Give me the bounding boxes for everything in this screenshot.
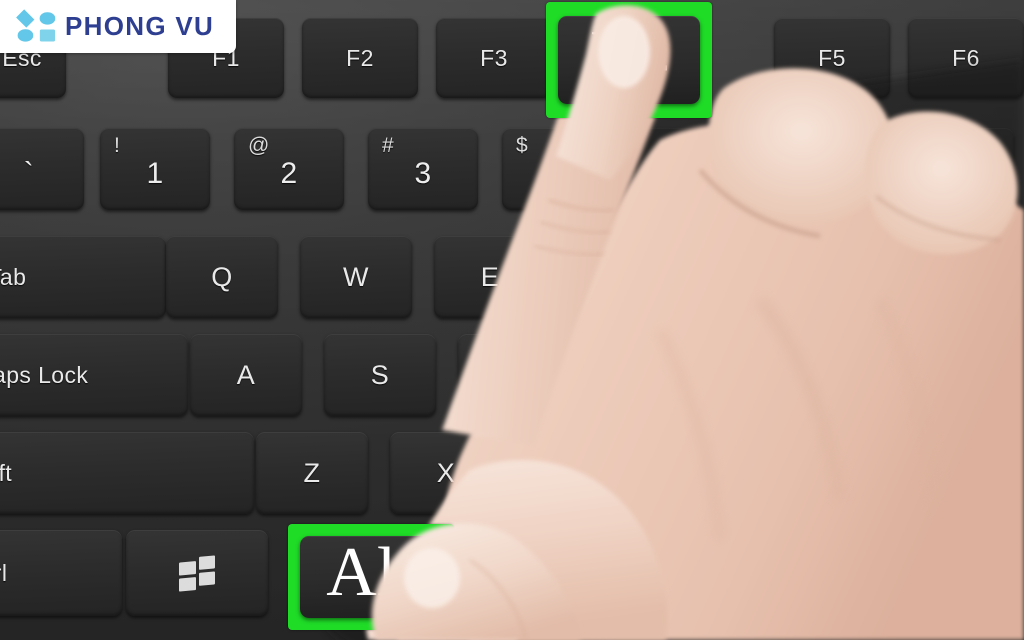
brand-banner: PHONG VU (0, 0, 236, 53)
key-backtick-shift: ~ (0, 134, 1, 158)
key-f4-label: F4 (558, 16, 700, 104)
key-f[interactable]: F (592, 334, 704, 416)
key-f3[interactable]: F3 (436, 18, 552, 98)
square-icon (39, 29, 55, 42)
key-backtick[interactable]: ~ ` (0, 128, 84, 210)
key-z[interactable]: Z (256, 432, 368, 514)
key-2-label: 2 (280, 156, 298, 190)
key-caps-lock[interactable]: Caps Lock (0, 334, 188, 416)
key-q[interactable]: Q (166, 236, 278, 318)
key-r[interactable]: R (568, 236, 680, 318)
windows-logo-icon (179, 554, 215, 592)
key-f5[interactable]: F5 (774, 18, 890, 98)
key-7-label: 7 (950, 156, 968, 190)
key-7[interactable]: 7 (904, 128, 1014, 210)
key-d[interactable]: D (458, 334, 570, 416)
highlight-f4[interactable]: F4 (546, 2, 712, 118)
key-1-shift: ! (114, 134, 121, 157)
key-2-shift: @ (248, 134, 270, 157)
key-2[interactable]: @ 2 (234, 128, 344, 210)
screenshot-root: Esc F1 F2 F3 F5 F6 ~ ` ! 1 @ 2 # 3 $ 4 5… (0, 0, 1024, 640)
key-5-label: 5 (682, 156, 700, 190)
key-backtick-label: ` (23, 156, 35, 190)
brand-name: PHONG VU (65, 11, 215, 41)
key-5[interactable]: 5 (636, 128, 746, 210)
key-4-shift: $ (516, 134, 529, 157)
key-1-label: 1 (146, 156, 164, 190)
key-a[interactable]: A (190, 334, 302, 416)
key-s[interactable]: S (324, 334, 436, 416)
diamond-icon (16, 8, 35, 27)
key-f2[interactable]: F2 (302, 18, 418, 98)
key-3-label: 3 (414, 156, 432, 190)
key-shift[interactable]: Shift (0, 432, 254, 514)
key-w[interactable]: W (300, 236, 412, 318)
key-tab[interactable]: Tab (0, 236, 166, 318)
brand-logo-mark (16, 8, 56, 43)
key-4[interactable]: $ 4 (502, 128, 612, 210)
key-3-shift: # (382, 134, 395, 157)
key-x[interactable]: X (390, 432, 502, 514)
key-windows[interactable] (126, 530, 268, 616)
key-4-label: 4 (548, 156, 566, 190)
key-ctrl[interactable]: Ctrl (0, 530, 122, 616)
key-1[interactable]: ! 1 (100, 128, 210, 210)
key-e[interactable]: E (434, 236, 546, 318)
circle-icon (17, 29, 33, 42)
key-f6[interactable]: F6 (908, 18, 1024, 98)
circle-icon (39, 11, 55, 24)
key-c[interactable]: C (524, 432, 636, 514)
key-3[interactable]: # 3 (368, 128, 478, 210)
key-alt-label: Alt (300, 536, 442, 618)
highlight-alt[interactable]: Alt (288, 524, 454, 630)
